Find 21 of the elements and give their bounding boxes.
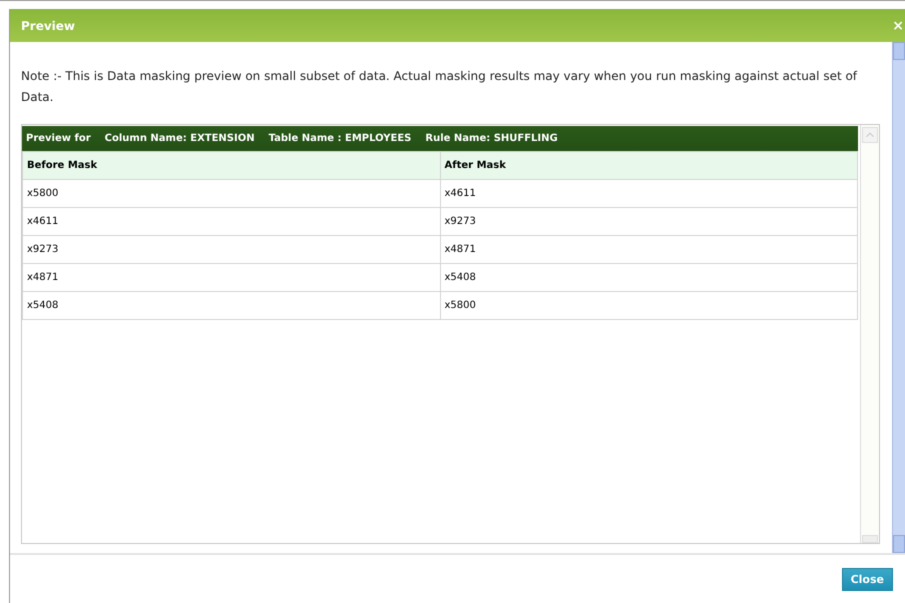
table-cell: x5408 — [22, 292, 440, 320]
close-button[interactable]: Close — [842, 568, 893, 590]
caption-text: Rule Name: SHUFFLING — [425, 133, 558, 144]
close-icon[interactable]: × — [892, 18, 904, 34]
caption-text: Preview for — [26, 133, 91, 144]
scroll-thumb[interactable] — [862, 535, 878, 543]
table-cell: x5800 — [22, 180, 440, 208]
caption-text: Column Name: EXTENSION — [104, 133, 255, 144]
table-cell: x4871 — [440, 236, 858, 264]
note-text: Note :- This is Data masking preview on small subset of data. Actual masking results may vary when you run masking against actual set of Data. — [21, 68, 858, 106]
column-header: Before Mask — [22, 152, 440, 180]
window-title: Preview — [21, 18, 76, 32]
table-cell: x5408 — [440, 264, 858, 292]
table-cell: x4611 — [22, 208, 440, 236]
table-cell: x9273 — [22, 236, 440, 264]
table-cell: x9273 — [440, 208, 858, 236]
table-cell: x4871 — [22, 264, 440, 292]
table-cell: x5800 — [440, 292, 858, 320]
table-cell: x4611 — [440, 180, 858, 208]
caption-text: Table Name : EMPLOYEES — [268, 133, 412, 144]
column-header: After Mask — [440, 152, 858, 180]
